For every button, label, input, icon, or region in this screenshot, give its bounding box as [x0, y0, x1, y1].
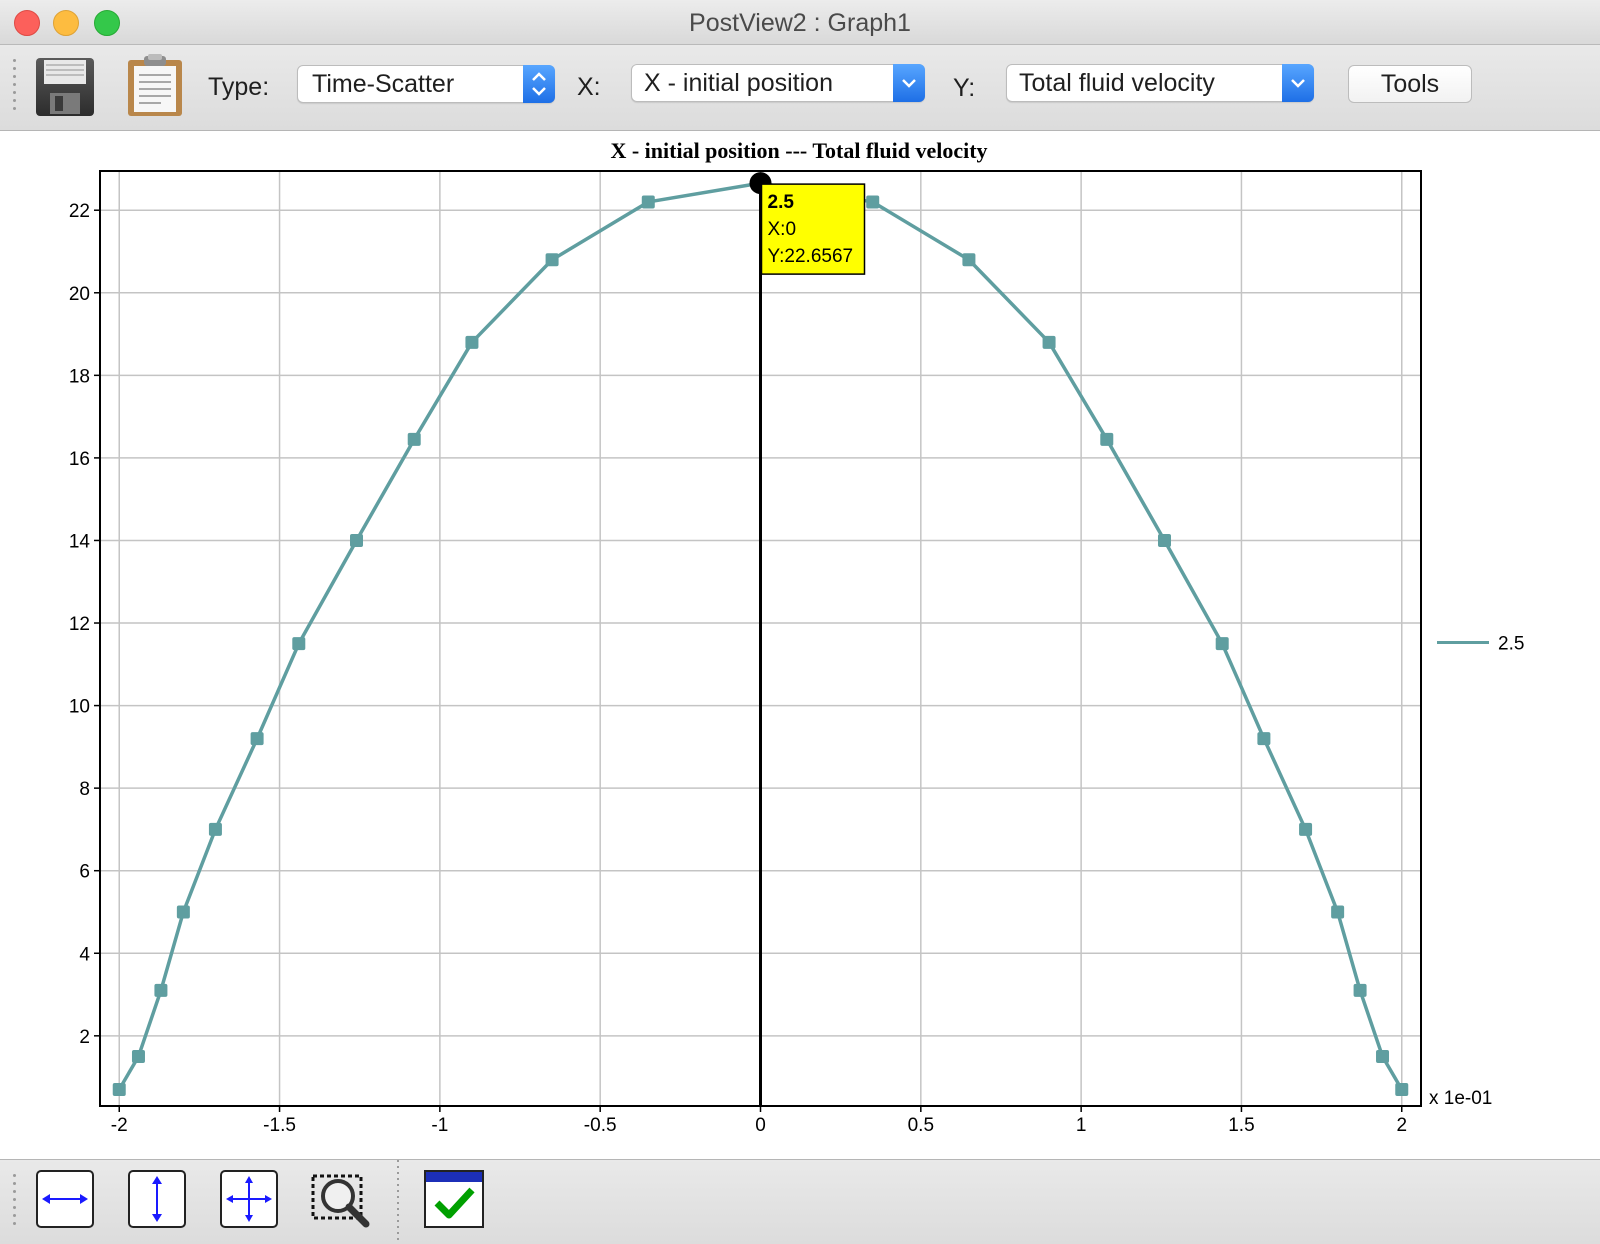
bottom-toolbar: [0, 1159, 1600, 1244]
y-tick-label: 22: [69, 201, 90, 222]
legend-label: 2.5: [1498, 634, 1524, 655]
y-tick-label: 14: [69, 531, 91, 552]
data-point[interactable]: [641, 195, 655, 209]
data-point[interactable]: [1257, 732, 1271, 746]
data-point[interactable]: [1331, 905, 1345, 919]
x-axis-scale-label: x 1e-01: [1429, 1088, 1492, 1109]
data-point[interactable]: [131, 1049, 145, 1063]
x-tick-label: 1.5: [1228, 1115, 1254, 1136]
x-tick-label: 0: [755, 1115, 766, 1136]
y-tick-label: 2: [79, 1027, 90, 1048]
y-tick-label: 20: [69, 284, 90, 305]
toolbar-separator: [397, 1160, 399, 1244]
x-tick-label: -1: [431, 1115, 448, 1136]
chevron-down-icon[interactable]: [1282, 64, 1314, 102]
data-point[interactable]: [350, 533, 364, 547]
data-point[interactable]: [208, 822, 222, 836]
chart-legend: 2.5: [1437, 634, 1524, 655]
zoom-y-button[interactable]: [128, 1170, 186, 1228]
top-toolbar: Type: Time-Scatter X: X - initial positi…: [0, 45, 1600, 131]
y-tick-label: 10: [69, 697, 90, 718]
postview-window: PostView2 : Graph1 Type: Time-Scatter X:…: [0, 0, 1600, 1244]
x-tick-label: -1.5: [263, 1115, 296, 1136]
type-label: Type:: [208, 73, 270, 101]
data-point[interactable]: [1299, 822, 1313, 836]
y-tick-label: 8: [79, 779, 90, 800]
apply-button[interactable]: [424, 1170, 484, 1228]
checkmark-icon: [424, 1170, 484, 1228]
data-point[interactable]: [407, 432, 421, 446]
data-point[interactable]: [962, 253, 976, 267]
data-point[interactable]: [112, 1082, 126, 1096]
window-title: PostView2 : Graph1: [689, 9, 911, 37]
toolbar-grip[interactable]: [13, 1174, 17, 1230]
zoom-x-button[interactable]: [36, 1170, 94, 1228]
x-variable-select[interactable]: X - initial position: [631, 64, 925, 102]
y-tick-label: 12: [69, 614, 90, 635]
x-label: X:: [577, 73, 601, 101]
y-tick-label: 4: [79, 944, 90, 965]
x-variable-select-value: X - initial position: [644, 69, 833, 97]
data-point[interactable]: [1376, 1049, 1390, 1063]
y-variable-select-value: Total fluid velocity: [1019, 69, 1215, 97]
tools-button[interactable]: Tools: [1348, 65, 1472, 103]
magnifier-icon: [311, 1174, 370, 1228]
save-icon[interactable]: [34, 57, 96, 117]
four-way-arrows-icon: [220, 1170, 278, 1228]
value-tooltip: 2.5 X:0 Y:22.6567: [760, 183, 866, 275]
toolbar-grip[interactable]: [13, 59, 17, 115]
data-point[interactable]: [154, 983, 168, 997]
data-point[interactable]: [176, 905, 190, 919]
y-axis-ticks: 2 4 6 8 10 12 14 16 18 20 22: [69, 201, 100, 1048]
chart-svg[interactable]: X - initial position --- Total fluid vel…: [0, 131, 1600, 1159]
data-point[interactable]: [1157, 533, 1171, 547]
type-select[interactable]: Time-Scatter: [297, 65, 555, 103]
data-point[interactable]: [1100, 432, 1114, 446]
y-variable-select[interactable]: Total fluid velocity: [1006, 64, 1314, 102]
data-point[interactable]: [292, 637, 306, 651]
tooltip-x-value: X:0: [768, 219, 797, 240]
x-tick-label: 0.5: [908, 1115, 934, 1136]
vertical-arrows-icon: [128, 1170, 186, 1228]
title-bar[interactable]: PostView2 : Graph1: [0, 0, 1600, 45]
chevron-down-icon[interactable]: [893, 64, 925, 102]
y-tick-label: 16: [69, 449, 90, 470]
updown-chevron-icon[interactable]: [523, 65, 555, 103]
x-tick-label: 2: [1396, 1115, 1407, 1136]
x-axis-ticks: -2 -1.5 -1 -0.5 0 0.5 1 1.5 2: [111, 1106, 1407, 1136]
zoom-xy-button[interactable]: [220, 1170, 278, 1228]
data-point[interactable]: [1042, 335, 1056, 349]
x-tick-label: 1: [1076, 1115, 1087, 1136]
chart-area[interactable]: X - initial position --- Total fluid vel…: [0, 131, 1600, 1159]
x-tick-label: -0.5: [584, 1115, 617, 1136]
y-tick-label: 6: [79, 862, 90, 883]
tooltip-y-value: Y:22.6567: [768, 246, 854, 267]
type-select-value: Time-Scatter: [312, 70, 455, 98]
y-tick-label: 18: [69, 366, 90, 387]
data-point[interactable]: [250, 732, 264, 746]
data-point[interactable]: [465, 335, 479, 349]
chart-title: X - initial position --- Total fluid vel…: [610, 138, 987, 163]
x-tick-label: -2: [111, 1115, 128, 1136]
data-point[interactable]: [1395, 1082, 1409, 1096]
tooltip-series: 2.5: [768, 192, 795, 213]
horizontal-arrows-icon: [36, 1170, 94, 1228]
clipboard-icon[interactable]: [126, 54, 184, 118]
data-point[interactable]: [866, 195, 880, 209]
data-point[interactable]: [545, 253, 559, 267]
y-label: Y:: [953, 74, 976, 102]
data-point[interactable]: [1353, 983, 1367, 997]
data-point[interactable]: [1215, 637, 1229, 651]
zoom-rect-button[interactable]: [310, 1170, 370, 1228]
